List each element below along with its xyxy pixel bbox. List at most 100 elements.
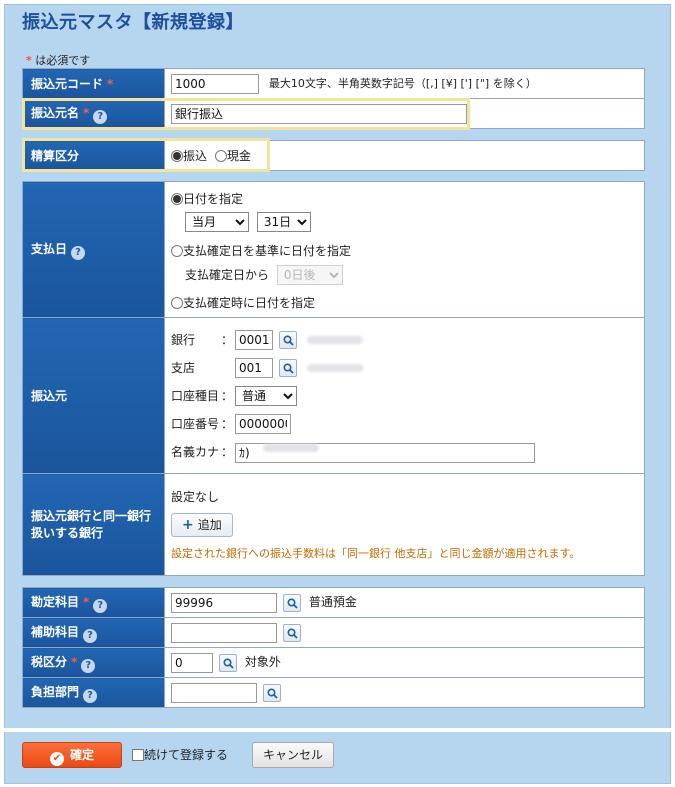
payday-month-select[interactable]: 当月 — [185, 211, 249, 232]
account-type-select[interactable]: 普通 — [235, 386, 297, 406]
code-hint: 最大10文字、半角英数字記号（[,] [¥] ['] ["] を除く） — [268, 77, 537, 90]
settlement-option-cash[interactable]: 現金 — [227, 149, 251, 163]
add-bank-button[interactable]: + 追加 — [171, 512, 233, 537]
name-label-cell: 振込元名 *? — [22, 98, 165, 129]
continue-register-toggle[interactable]: 続けて登録する — [132, 746, 228, 763]
payday-option-specify[interactable]: 日付を指定 — [183, 192, 243, 206]
account-subject-search-button[interactable] — [283, 593, 301, 612]
tax-class-search-button[interactable] — [219, 653, 237, 672]
code-label-cell: 振込元コード * — [22, 68, 165, 99]
search-icon — [287, 597, 298, 609]
help-icon[interactable]: ? — [93, 598, 108, 613]
confirm-button[interactable]: ✔ 確定 — [22, 742, 122, 768]
plus-icon: + — [182, 516, 194, 533]
source-label-cell: 振込元 — [22, 317, 165, 474]
continue-register-label[interactable]: 続けて登録する — [144, 748, 228, 762]
settlement-option-transfer[interactable]: 振込 — [183, 149, 207, 163]
help-icon[interactable]: ? — [83, 628, 98, 643]
name-input[interactable] — [171, 103, 467, 124]
same-bank-status: 設定なし — [171, 489, 220, 504]
footer-divider — [4, 728, 671, 732]
account-number-label: 口座番号 — [171, 416, 220, 431]
same-bank-label-line1: 振込元銀行と同一銀行 — [31, 508, 152, 523]
branch-search-button[interactable] — [279, 359, 297, 377]
branch-label: 支店 — [171, 360, 196, 375]
confirm-label: 確定 — [69, 748, 94, 762]
colon: ： — [221, 444, 234, 459]
payday-option-confirm-time[interactable]: 支払確定時に日付を指定 — [183, 296, 315, 310]
account-number-input[interactable] — [235, 414, 291, 434]
same-bank-label-line2: 扱いする銀行 — [31, 525, 104, 540]
cancel-button[interactable]: キャンセル — [252, 742, 334, 768]
settlement-radio-transfer[interactable] — [171, 150, 183, 162]
search-icon — [223, 657, 234, 669]
sub-subject-cell — [164, 617, 645, 648]
settlement-radio-cash[interactable] — [214, 150, 227, 162]
settlement-label-cell: 精算区分 — [22, 140, 165, 171]
account-subject-input[interactable] — [171, 592, 277, 613]
name-cell — [164, 98, 645, 129]
tax-class-label: 税区分 — [31, 654, 68, 669]
code-label: 振込元コード — [31, 77, 104, 91]
required-star-icon: * — [83, 105, 90, 120]
payday-radio-confirm-base[interactable] — [171, 244, 183, 257]
payday-label: 支払日 — [31, 241, 68, 256]
page-title: 振込元マスタ【新規登録】 — [22, 12, 244, 33]
settlement-table: 精算区分 振込 現金 — [22, 140, 645, 171]
code-input[interactable] — [171, 73, 259, 94]
account-subject-result: 普通預金 — [308, 595, 357, 609]
search-icon — [287, 627, 298, 639]
search-icon — [283, 363, 294, 374]
sub-subject-input[interactable] — [171, 622, 277, 643]
settlement-label: 精算区分 — [31, 149, 80, 163]
account-subject-cell: 普通預金 — [164, 587, 645, 618]
colon: ： — [221, 416, 234, 431]
payday-option-confirm-base[interactable]: 支払確定日を基準に日付を指定 — [183, 244, 351, 258]
tax-class-cell: 対象外 — [164, 647, 645, 678]
payment-table: 支払日? 日付を指定 当月 31日 支払確定日を基準に日付を指定 支払確定日から… — [22, 181, 645, 576]
dept-cell — [164, 677, 645, 708]
add-bank-label: 追加 — [197, 517, 222, 532]
confirm-days-select[interactable]: 0日後 — [276, 265, 343, 285]
payday-radio-confirm-time[interactable] — [171, 296, 183, 309]
basic-info-table: 振込元コード* 最大10文字、半角英数字記号（[,] [¥] ['] ["] を… — [22, 68, 645, 129]
required-star-icon: * — [83, 594, 90, 609]
confirm-from-label: 支払確定日から — [185, 267, 270, 282]
dept-label: 負担部門 — [31, 684, 80, 699]
sub-subject-search-button[interactable] — [283, 623, 301, 642]
help-icon[interactable]: ? — [71, 245, 86, 260]
tax-class-input[interactable] — [171, 652, 213, 673]
required-star-icon: * — [71, 654, 78, 669]
payday-radio-specify[interactable] — [171, 192, 183, 205]
continue-register-checkbox[interactable] — [132, 749, 144, 761]
same-bank-note: 設定された銀行への振込手数料は「同一銀行 他支店」と同じ金額が適用されます。 — [171, 546, 581, 560]
holder-kana-redacted — [263, 444, 319, 452]
payday-label-cell: 支払日? — [22, 181, 165, 318]
required-star-icon: * — [26, 54, 32, 67]
sub-subject-label-cell: 補助科目? — [22, 617, 165, 648]
required-note-text: は必須です — [35, 54, 91, 67]
settlement-cell: 振込 現金 — [164, 140, 645, 171]
bank-label: 銀行 — [171, 332, 196, 347]
check-circle-icon: ✔ — [49, 752, 64, 766]
bank-search-button[interactable] — [279, 331, 297, 349]
name-label: 振込元名 — [31, 105, 80, 120]
account-type-label: 口座種目 — [171, 388, 220, 403]
holder-kana-label: 名義カナ — [171, 444, 220, 459]
bank-code-input[interactable] — [235, 330, 273, 350]
help-icon[interactable]: ? — [81, 658, 96, 673]
tax-class-result: 対象外 — [244, 655, 281, 669]
account-subject-label-cell: 勘定科目 *? — [22, 587, 165, 618]
payday-day-select[interactable]: 31日 — [256, 211, 311, 232]
colon: ： — [221, 332, 234, 347]
colon: ： — [221, 388, 234, 403]
bank-name-redacted — [307, 336, 363, 344]
search-icon — [283, 335, 294, 346]
help-icon[interactable]: ? — [93, 109, 108, 124]
branch-code-input[interactable] — [235, 358, 273, 378]
help-icon[interactable]: ? — [83, 688, 98, 703]
accounting-table: 勘定科目*? 普通預金 補助科目? 税区分*? 対象外 負担部門? — [22, 587, 645, 708]
dept-search-button[interactable] — [263, 683, 281, 702]
dept-input[interactable] — [171, 682, 257, 703]
payday-cell: 日付を指定 当月 31日 支払確定日を基準に日付を指定 支払確定日から 0日後 … — [164, 181, 645, 318]
